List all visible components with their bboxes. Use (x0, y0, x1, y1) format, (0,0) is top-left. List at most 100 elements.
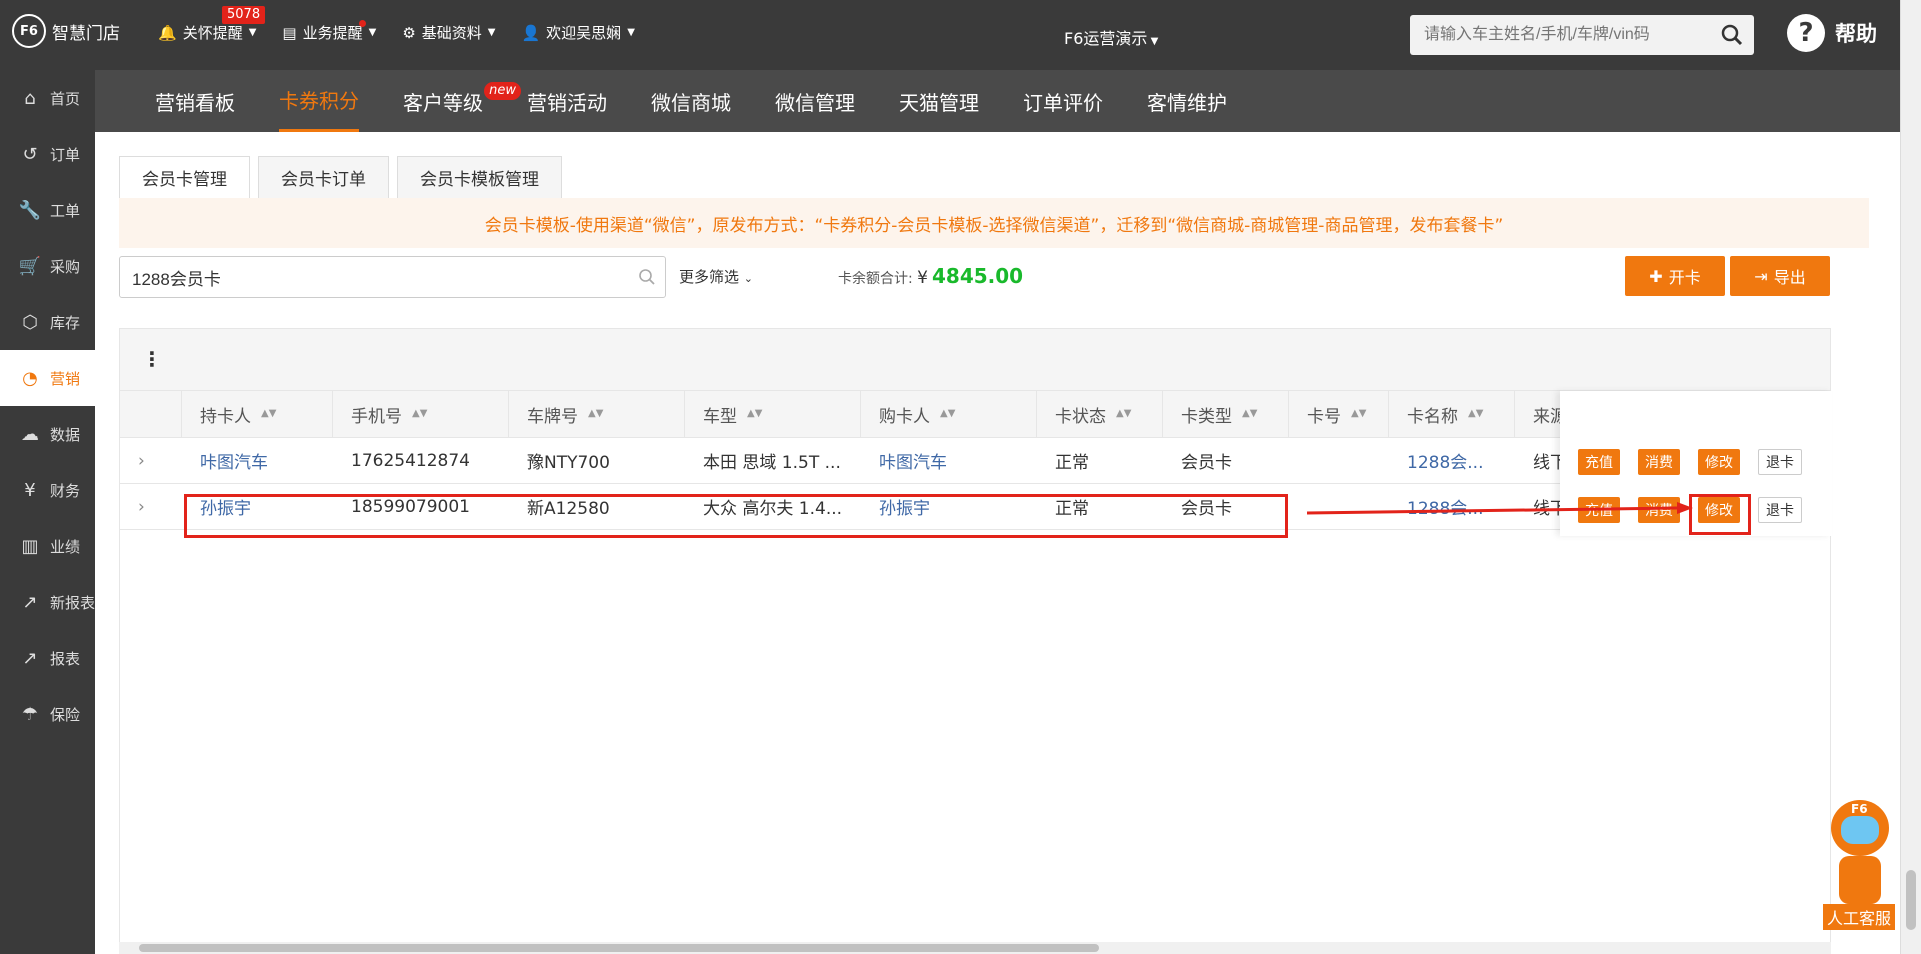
robot-face (1841, 816, 1879, 844)
horizontal-scrollbar[interactable] (119, 942, 1831, 954)
sort-icon: ▲▼ (1242, 408, 1258, 419)
care-reminder-menu[interactable]: 🔔 关怀提醒 ▼ 5078 (158, 6, 266, 43)
tab-customer-care[interactable]: 客情维护 (1147, 70, 1227, 132)
column-header-card-name[interactable]: 卡名称 ▲▼ (1389, 391, 1515, 437)
chevron-down-icon: ▼ (368, 27, 377, 38)
umbrella-icon: ☂ (21, 703, 39, 725)
search-icon[interactable] (629, 268, 665, 286)
sidebar-item-insurance[interactable]: ☂ 保险 (0, 686, 95, 742)
global-search (1410, 15, 1754, 55)
tab-wechat-mall[interactable]: 微信商城 (651, 70, 731, 132)
app-logo[interactable]: F6 智慧门店 (12, 14, 120, 48)
tab-marketing-board[interactable]: 营销看板 (155, 70, 235, 132)
column-label: 车牌号 (527, 406, 578, 427)
tab-member-card-orders[interactable]: 会员卡订单 (258, 156, 389, 198)
home-icon: ⌂ (24, 87, 36, 109)
open-card-label: 开卡 (1668, 268, 1701, 287)
sidebar-item-label: 营销 (50, 369, 81, 388)
tab-marketing-activity[interactable]: 营销活动 (527, 70, 607, 132)
expand-row-icon[interactable]: › (120, 484, 182, 529)
recharge-button[interactable]: 充值 (1578, 449, 1620, 475)
column-label: 卡类型 (1181, 406, 1232, 427)
sort-icon: ▲▼ (1351, 408, 1367, 419)
sidebar-item-orders[interactable]: ↺ 订单 (0, 126, 95, 182)
store-selector[interactable]: F6运营演示 ▼ (1064, 25, 1158, 49)
holder-cell[interactable]: 咔图汽车 (182, 438, 333, 483)
sidebar-item-label: 库存 (50, 313, 81, 332)
status-cell: 正常 (1055, 453, 1089, 473)
search-input[interactable] (1410, 16, 1710, 54)
sidebar-item-label: 工单 (50, 201, 81, 220)
tab-card-points[interactable]: 卡券积分 (279, 70, 359, 132)
more-filter-button[interactable]: 更多筛选 ⌄ (679, 266, 753, 287)
basic-data-label: 基础资料 (421, 24, 482, 42)
trend-icon: ↗ (22, 647, 38, 669)
main-content: 会员卡管理 会员卡订单 会员卡模板管理 会员卡模板-使用渠道“微信”，原发布方式… (95, 132, 1900, 954)
column-header-phone[interactable]: 手机号 ▲▼ (333, 391, 509, 437)
consume-button[interactable]: 消费 (1638, 449, 1680, 475)
tab-customer-level[interactable]: 客户等级 new (403, 70, 521, 132)
user-menu[interactable]: 👤 欢迎吴思娴 ▼ (521, 22, 634, 43)
sidebar-item-label: 新报表 (50, 593, 96, 612)
export-button[interactable]: ⇥ 导出 (1730, 256, 1830, 296)
app-name: 智慧门店 (52, 23, 120, 44)
sidebar-item-label: 订单 (50, 145, 81, 164)
column-header-plate[interactable]: 车牌号 ▲▼ (509, 391, 685, 437)
phone-cell: 17625412874 (351, 450, 470, 471)
type-cell: 会员卡 (1181, 453, 1232, 473)
sidebar-item-reports[interactable]: ↗ 报表 (0, 630, 95, 686)
robot-body (1839, 856, 1881, 904)
tab-member-card-manage[interactable]: 会员卡管理 (119, 156, 250, 198)
column-header-status[interactable]: 卡状态 ▲▼ (1037, 391, 1163, 437)
column-header-type[interactable]: 卡类型 ▲▼ (1163, 391, 1289, 437)
tab-member-card-templates[interactable]: 会员卡模板管理 (397, 156, 562, 198)
tab-tmall-manage[interactable]: 天猫管理 (899, 70, 979, 132)
sidebar-item-performance[interactable]: ▥ 业绩 (0, 518, 95, 574)
column-label: 手机号 (351, 406, 402, 427)
history-icon: ↺ (22, 143, 38, 165)
more-options-icon[interactable]: ⋮ (142, 347, 162, 371)
line-chart-icon: ↗ (22, 591, 38, 613)
sidebar-item-finance[interactable]: ¥ 财务 (0, 462, 95, 518)
open-card-button[interactable]: ✚ 开卡 (1625, 256, 1725, 296)
help-button[interactable]: ? 帮助 (1787, 14, 1877, 52)
scrollbar-thumb[interactable] (1906, 870, 1916, 930)
sidebar-item-inventory[interactable]: ⬡ 库存 (0, 294, 95, 350)
column-header-buyer[interactable]: 购卡人 ▲▼ (861, 391, 1037, 437)
sidebar-item-label: 报表 (50, 649, 81, 668)
customer-service-label: 人工客服 (1823, 904, 1895, 930)
sidebar-item-data[interactable]: ☁ 数据 (0, 406, 95, 462)
document-icon: ▤ (282, 23, 297, 42)
card-filter (119, 256, 666, 298)
scrollbar-thumb[interactable] (139, 944, 1099, 952)
card-name-cell[interactable]: 1288会... (1389, 438, 1515, 483)
chevron-down-icon: ▼ (248, 27, 257, 38)
column-label: 车型 (703, 406, 737, 427)
sidebar-item-home[interactable]: ⌂ 首页 (0, 70, 95, 126)
column-header-holder[interactable]: 持卡人 ▲▼ (182, 391, 333, 437)
sidebar-item-workorders[interactable]: 🔧 工单 (0, 182, 95, 238)
tab-order-review[interactable]: 订单评价 (1023, 70, 1103, 132)
basic-data-menu[interactable]: ⚙ 基础资料 ▼ (402, 22, 495, 43)
help-label: 帮助 (1835, 22, 1877, 46)
question-icon: ? (1787, 14, 1825, 52)
top-bar: F6 智慧门店 🔔 关怀提醒 ▼ 5078 ▤ 业务提醒 ▼ ⚙ 基础资料 ▼ … (0, 0, 1900, 70)
column-header-card-no[interactable]: 卡号 ▲▼ (1289, 391, 1389, 437)
sidebar-item-marketing[interactable]: ◔ 营销 (0, 350, 95, 406)
customer-service-widget[interactable]: F6 人工客服 (1823, 800, 1895, 930)
export-label: 导出 (1773, 268, 1806, 287)
tab-wechat-manage[interactable]: 微信管理 (775, 70, 855, 132)
cart-icon: 🛒 (18, 255, 42, 277)
column-header-model[interactable]: 车型 ▲▼ (685, 391, 861, 437)
buyer-cell[interactable]: 咔图汽车 (861, 438, 1037, 483)
vertical-scrollbar[interactable] (1900, 0, 1921, 954)
filter-input[interactable] (120, 258, 629, 296)
expand-row-icon[interactable]: › (120, 438, 182, 483)
edit-button[interactable]: 修改 (1698, 449, 1740, 475)
refund-button[interactable]: 退卡 (1758, 497, 1802, 523)
search-icon[interactable] (1710, 15, 1754, 55)
sidebar-item-new-reports[interactable]: ↗ 新报表 (0, 574, 95, 630)
sidebar-item-purchase[interactable]: 🛒 采购 (0, 238, 95, 294)
business-reminder-menu[interactable]: ▤ 业务提醒 ▼ (282, 20, 377, 43)
refund-button[interactable]: 退卡 (1758, 449, 1802, 475)
